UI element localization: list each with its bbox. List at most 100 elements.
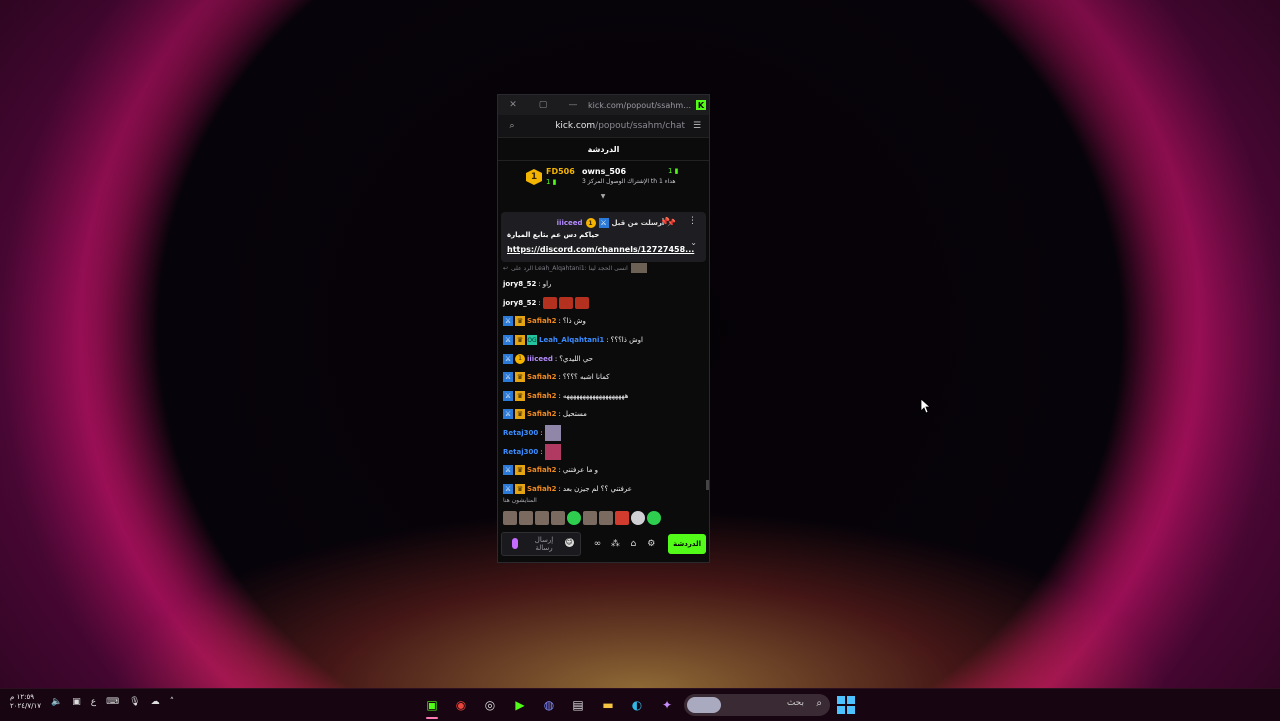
taskbar-search[interactable]: بحث ⌕ — [684, 694, 830, 716]
sub-badge-icon: 1 — [515, 353, 525, 364]
pinned-link[interactable]: https://discord.com/channels/12727458... — [507, 245, 694, 254]
chat-input-bar: إرسال رسالة ☺ ∞ ⁂ ⌂ ⚙ الدردشة — [501, 531, 706, 557]
emoji-picker-icon[interactable]: ☺ — [564, 538, 574, 547]
chat-username[interactable]: jory8_52 — [503, 280, 536, 288]
store-icon[interactable]: ⌂ — [624, 539, 642, 549]
mic-tray-icon[interactable]: 🎙 — [129, 697, 140, 707]
clock[interactable]: ١٢:٥٩ م ٢٠٢٤/٧/١٧ — [10, 693, 41, 711]
username-separator: : — [540, 429, 543, 438]
chat-username[interactable]: Safiah2 — [527, 317, 557, 325]
emote-3[interactable] — [535, 511, 549, 525]
chat-message: ⚔ ♛ Safiah2: هههههههههههههههههههه — [503, 387, 703, 406]
mod-badge-icon: ⚔ — [503, 409, 513, 420]
obs-icon[interactable]: ◎ — [480, 695, 500, 715]
clock-date: ٢٠٢٤/٧/١٧ — [10, 702, 42, 710]
chat-message: ⚔ ♛ Safiah2: و ما عرفتني — [503, 461, 703, 480]
close-window-button[interactable]: ✕ — [498, 100, 528, 110]
chat-username[interactable]: Safiah2 — [527, 466, 557, 474]
chat-message: ⚔ ♛ Safiah2: مستحيل — [503, 405, 703, 424]
username-separator: : — [558, 484, 561, 493]
expand-pinned-chevron-icon[interactable]: ⌄ — [690, 238, 697, 247]
keyboard-icon[interactable]: ⌨ — [106, 697, 119, 707]
emote-8[interactable] — [615, 511, 629, 525]
pinned-username[interactable]: iiiceed — [557, 219, 583, 227]
chat-image-emote[interactable] — [544, 443, 561, 460]
zoom-icon[interactable]: ⌕ — [498, 121, 526, 131]
start-windows-icon[interactable] — [837, 696, 855, 714]
emote-5[interactable] — [567, 511, 581, 525]
kick-app-taskbar-icon[interactable]: ▣ — [422, 695, 442, 715]
chat-message-text: اوش ذا؟؟؟ — [610, 336, 643, 345]
chat-username[interactable]: Retaj300 — [503, 448, 538, 456]
chat-emote[interactable] — [574, 296, 589, 309]
microphone-icon[interactable] — [512, 538, 518, 549]
settings-gear-icon[interactable]: ⚙ — [642, 539, 660, 549]
chat-username[interactable]: Safiah2 — [527, 392, 557, 400]
leader-rank2-name[interactable]: owns_506 — [582, 167, 626, 176]
chat-username[interactable]: Safiah2 — [527, 410, 557, 418]
clock-time: ١٢:٥٩ م — [10, 693, 34, 701]
file-explorer-icon[interactable]: ▬ — [598, 695, 618, 715]
chat-username[interactable]: jory8_52 — [503, 299, 536, 307]
username-separator: : — [558, 373, 561, 382]
chat-message: jory8_52: راو — [503, 275, 703, 294]
chat-message: Retaj300: — [503, 442, 703, 461]
pinned-sent-by: أرسلت من قبل — [611, 219, 665, 227]
input-language[interactable]: ع — [91, 697, 96, 707]
window-title: kick.com/popout/ssahm/ch... — [588, 100, 696, 110]
chat-username[interactable]: Safiah2 — [527, 373, 557, 381]
username-separator: : — [538, 298, 541, 307]
chat-username[interactable]: Leah_Alqahtani1 — [539, 336, 604, 344]
infinity-icon[interactable]: ∞ — [589, 539, 607, 549]
reply-text: الرد على Leah_Alqahtani1: انسى الحجد لين… — [511, 264, 628, 272]
url-text[interactable]: kick.com/popout/ssahm/chat — [526, 121, 685, 131]
message-input[interactable]: إرسال رسالة ☺ — [501, 532, 581, 556]
emote-10[interactable] — [647, 511, 661, 525]
pinned-message[interactable]: iiiceed 1 ⚔ أرسلت من قبل 📌 📌 ⋮ حياكم دس … — [501, 212, 706, 262]
unpin-icon[interactable]: 📌 — [660, 217, 670, 226]
emote-2[interactable] — [519, 511, 533, 525]
edge-icon[interactable]: ◐ — [627, 695, 647, 715]
emote-6[interactable] — [583, 511, 597, 525]
pinned-menu-icon[interactable]: ⋮ — [688, 216, 697, 226]
store-app-icon[interactable]: ▤ — [568, 695, 588, 715]
gift-leaderboard: 1 FD506 1 ▮ owns_506 الإشتراك الوصول الم… — [498, 161, 709, 200]
users-icon[interactable]: ⁂ — [606, 539, 624, 549]
collapse-leaderboard-icon[interactable]: ▼ — [598, 193, 608, 200]
chrome-icon[interactable]: ◉ — [451, 695, 471, 715]
chat-header-title: الدردشة — [498, 138, 709, 161]
chat-username[interactable]: Safiah2 — [527, 485, 557, 493]
discord-icon[interactable]: ◍ — [539, 695, 559, 715]
chat-username[interactable]: iiiceed — [527, 355, 553, 363]
chat-username[interactable]: Retaj300 — [503, 429, 538, 437]
emote-7[interactable] — [599, 511, 613, 525]
volume-icon[interactable]: 🔈 — [51, 697, 62, 707]
chat-message-text: عرفتني ؟؟ لم جيزن بعد — [562, 484, 632, 493]
mod-badge-icon: ⚔ — [503, 335, 513, 346]
message-list: jory8_52: راو jory8_52: ⚔ ♛ Safiah2: وش ذا؟ ⚔ ♛ O… — [503, 275, 703, 498]
chat-emote[interactable] — [558, 296, 573, 309]
media-player-icon[interactable]: ▶ — [510, 695, 530, 715]
username-separator: : — [538, 280, 541, 289]
pinned-meta: iiiceed 1 ⚔ أرسلت من قبل 📌 — [507, 218, 676, 228]
pinned-text: حياكم دس عم بتابع الميارة — [507, 231, 600, 239]
minimize-window-button[interactable]: — — [558, 100, 588, 110]
chat-emote[interactable] — [542, 296, 557, 309]
site-settings-icon[interactable]: ☰ — [685, 121, 709, 131]
vip-badge-icon: ♛ — [515, 409, 525, 420]
emote-1[interactable] — [503, 511, 517, 525]
copilot-icon[interactable]: ✦ — [657, 695, 677, 715]
chat-message-text: و ما عرفتني — [562, 466, 599, 475]
onedrive-cloud-icon[interactable]: ☁ — [151, 697, 160, 707]
show-hidden-icons-chevron-icon[interactable]: ˄ — [170, 697, 175, 707]
address-bar[interactable]: ⌕ kick.com/popout/ssahm/chat ☰ — [498, 115, 709, 138]
network-icon[interactable]: ▣ — [72, 697, 81, 707]
leader-rank1-name[interactable]: FD506 — [546, 167, 575, 176]
chat-image-emote[interactable] — [544, 425, 561, 442]
send-chat-button[interactable]: الدردشة — [668, 534, 706, 554]
chat-messages: ↩ الرد على Leah_Alqahtani1: انسى الحجد ل… — [503, 261, 703, 498]
emote-9[interactable] — [631, 511, 645, 525]
maximize-window-button[interactable]: ▢ — [528, 100, 558, 110]
emote-4[interactable] — [551, 511, 565, 525]
chat-scrollbar[interactable] — [706, 480, 709, 490]
